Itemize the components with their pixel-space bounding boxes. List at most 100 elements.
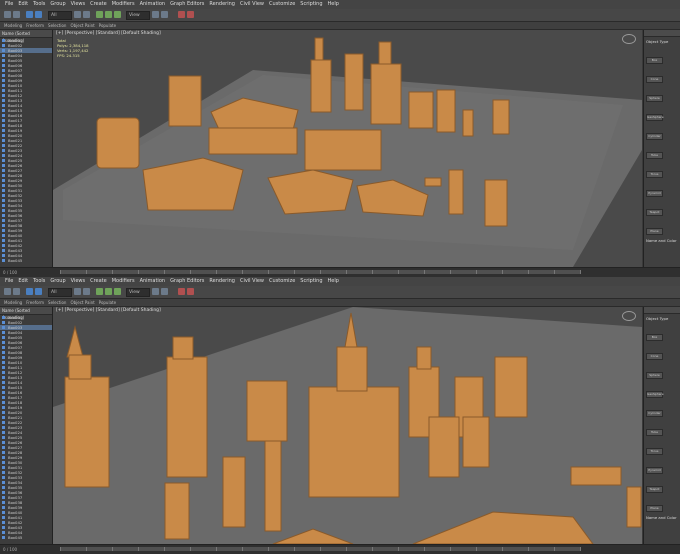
undo-icon[interactable]: [4, 11, 11, 18]
menu-item[interactable]: Tools: [33, 278, 45, 284]
object-type-button[interactable]: Tube: [646, 152, 663, 159]
selection-set-field[interactable]: All: [48, 288, 72, 297]
object-type-button[interactable]: Cone: [646, 76, 663, 83]
viewcube-icon[interactable]: [622, 311, 636, 321]
object-type-button[interactable]: Box: [646, 57, 663, 64]
perspective-viewport[interactable]: [+] [Perspective] [Standard] [Default Sh…: [53, 30, 642, 267]
object-type-button[interactable]: Pyramid: [646, 190, 663, 197]
object-type-button[interactable]: Cone: [646, 353, 663, 360]
menu-item[interactable]: Modifiers: [112, 1, 135, 7]
command-panel-tabs[interactable]: [644, 30, 680, 37]
menu-item[interactable]: Group: [50, 278, 65, 284]
ribbon-tab[interactable]: Modeling: [4, 300, 22, 305]
menu-item[interactable]: Tools: [33, 1, 45, 7]
ribbon-tab[interactable]: Selection: [48, 23, 66, 28]
menu-item[interactable]: Help: [328, 1, 339, 7]
angle-snap-icon[interactable]: [161, 288, 168, 295]
menu-item[interactable]: Edit: [18, 278, 28, 284]
unlink-icon[interactable]: [35, 11, 42, 18]
menu-item[interactable]: Graph Editors: [170, 278, 204, 284]
object-type-button[interactable]: Plane: [646, 228, 663, 235]
menu-item[interactable]: Group: [50, 1, 65, 7]
undo-icon[interactable]: [4, 288, 11, 295]
scene-list-item[interactable]: Box045: [0, 258, 52, 263]
scene-list-item[interactable]: Box045: [0, 535, 52, 540]
ribbon-tab[interactable]: Populate: [99, 23, 116, 28]
select-by-name-icon[interactable]: [83, 288, 90, 295]
ribbon-tab[interactable]: Freeform: [26, 23, 44, 28]
object-type-button[interactable]: Tube: [646, 429, 663, 436]
ribbon-tab[interactable]: Modeling: [4, 23, 22, 28]
reference-coord-field[interactable]: View: [126, 288, 150, 297]
menu-item[interactable]: Rendering: [209, 278, 235, 284]
timeline-slider[interactable]: [60, 270, 581, 274]
object-type-button[interactable]: Torus: [646, 448, 663, 455]
menu-item[interactable]: Rendering: [209, 1, 235, 7]
unlink-icon[interactable]: [35, 288, 42, 295]
ribbon-tab[interactable]: Populate: [99, 300, 116, 305]
link-icon[interactable]: [26, 11, 33, 18]
link-icon[interactable]: [26, 288, 33, 295]
redo-icon[interactable]: [13, 288, 20, 295]
render-setup-icon[interactable]: [187, 11, 194, 18]
menu-item[interactable]: File: [5, 278, 13, 284]
object-type-button[interactable]: GeoSphere: [646, 114, 664, 121]
menu-item[interactable]: Views: [71, 1, 85, 7]
object-type-button[interactable]: GeoSphere: [646, 391, 664, 398]
angle-snap-icon[interactable]: [161, 11, 168, 18]
menu-item[interactable]: Animation: [140, 278, 166, 284]
menu-item[interactable]: Scripting: [300, 1, 322, 7]
ribbon-tab[interactable]: Object Paint: [70, 300, 94, 305]
select-icon[interactable]: [74, 288, 81, 295]
timeline-slider[interactable]: [60, 547, 581, 551]
move-icon[interactable]: [96, 288, 103, 295]
ribbon-tab[interactable]: Object Paint: [70, 23, 94, 28]
menu-item[interactable]: Civil View: [240, 1, 264, 7]
object-type-button[interactable]: Plane: [646, 505, 663, 512]
menu-item[interactable]: Edit: [18, 1, 28, 7]
rotate-icon[interactable]: [105, 11, 112, 18]
ribbon-tab[interactable]: Freeform: [26, 300, 44, 305]
menu-item[interactable]: Modifiers: [112, 278, 135, 284]
render-icon[interactable]: [178, 288, 185, 295]
command-panel-tabs[interactable]: [644, 307, 680, 314]
selection-set-field[interactable]: All: [48, 11, 72, 20]
scale-icon[interactable]: [114, 288, 121, 295]
menu-item[interactable]: Create: [90, 278, 107, 284]
viewport-label[interactable]: [+] [Perspective] [Standard] [Default Sh…: [56, 31, 161, 36]
object-type-button[interactable]: Teapot: [646, 486, 663, 493]
redo-icon[interactable]: [13, 11, 20, 18]
render-icon[interactable]: [178, 11, 185, 18]
object-type-button[interactable]: Torus: [646, 171, 663, 178]
select-by-name-icon[interactable]: [83, 11, 90, 18]
menu-item[interactable]: Animation: [140, 1, 166, 7]
menu-item[interactable]: Graph Editors: [170, 1, 204, 7]
move-icon[interactable]: [96, 11, 103, 18]
object-type-button[interactable]: Box: [646, 334, 663, 341]
viewcube-icon[interactable]: [622, 34, 636, 44]
object-type-button[interactable]: Cylinder: [646, 133, 663, 140]
object-type-button[interactable]: Sphere: [646, 372, 663, 379]
snap-icon[interactable]: [152, 11, 159, 18]
snap-icon[interactable]: [152, 288, 159, 295]
select-icon[interactable]: [74, 11, 81, 18]
perspective-viewport[interactable]: [+] [Perspective] [Standard] [Default Sh…: [53, 307, 642, 544]
rotate-icon[interactable]: [105, 288, 112, 295]
object-type-button[interactable]: Pyramid: [646, 467, 663, 474]
menu-item[interactable]: Customize: [269, 1, 295, 7]
menu-item[interactable]: Civil View: [240, 278, 264, 284]
menu-item[interactable]: Create: [90, 1, 107, 7]
menu-item[interactable]: Customize: [269, 278, 295, 284]
reference-coord-field[interactable]: View: [126, 11, 150, 20]
object-type-button[interactable]: Teapot: [646, 209, 663, 216]
render-setup-icon[interactable]: [187, 288, 194, 295]
object-type-button[interactable]: Sphere: [646, 95, 663, 102]
menu-item[interactable]: File: [5, 1, 13, 7]
ribbon-tab[interactable]: Selection: [48, 300, 66, 305]
menu-item[interactable]: Scripting: [300, 278, 322, 284]
scale-icon[interactable]: [114, 11, 121, 18]
menu-item[interactable]: Views: [71, 278, 85, 284]
viewport-label[interactable]: [+] [Perspective] [Standard] [Default Sh…: [56, 308, 161, 313]
menu-item[interactable]: Help: [328, 278, 339, 284]
object-type-button[interactable]: Cylinder: [646, 410, 663, 417]
